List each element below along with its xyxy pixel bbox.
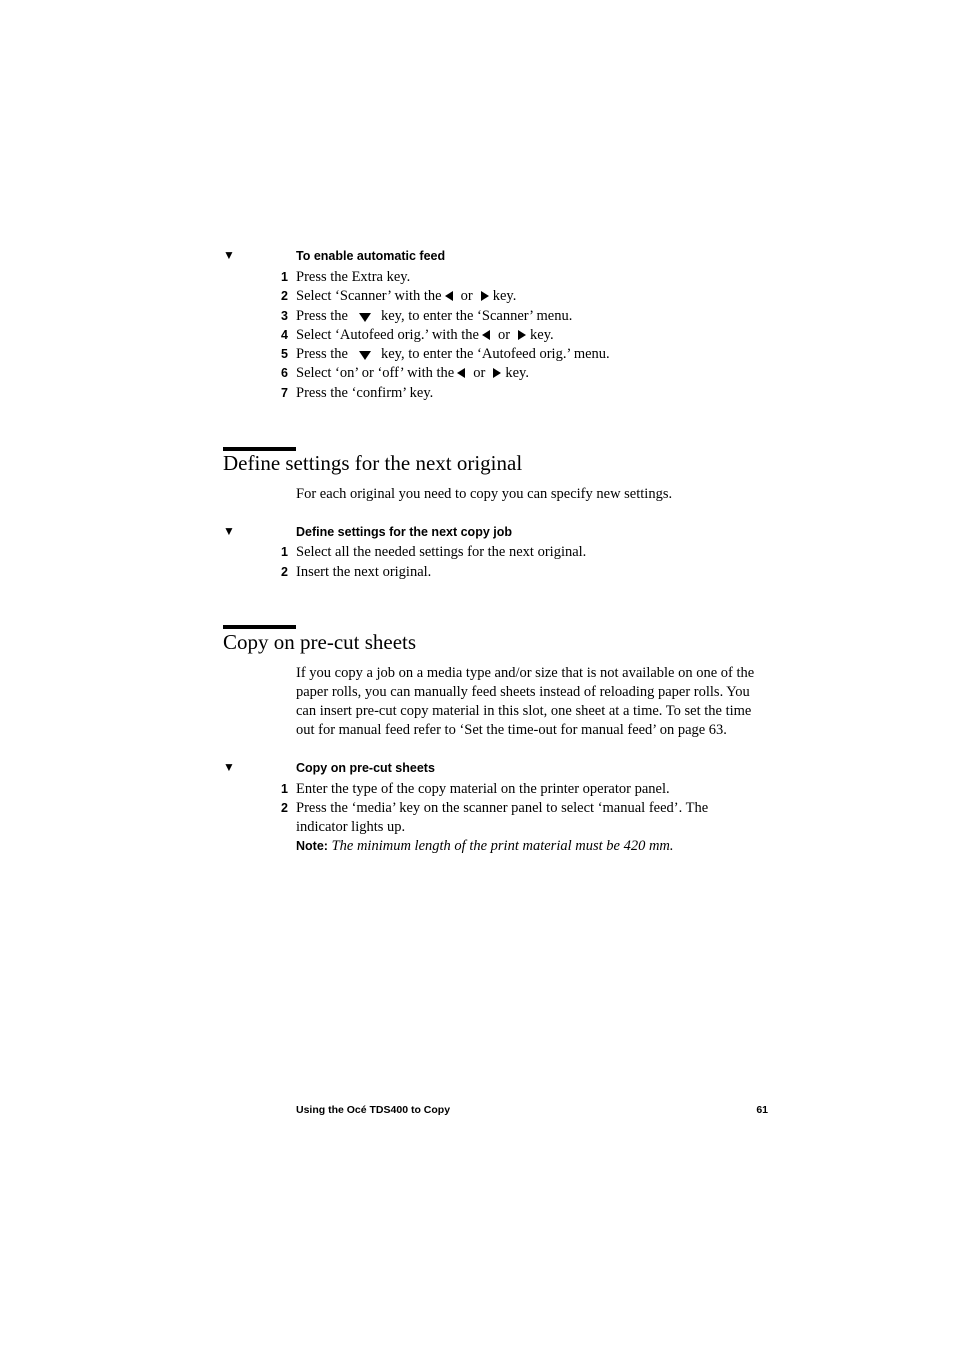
step-text: Select ‘Autofeed orig.’ with the or key. (296, 326, 554, 345)
note-text: The minimum length of the print material… (331, 838, 674, 854)
down-arrow-key-icon (358, 351, 371, 361)
note-label: Note: (296, 839, 328, 853)
step-text-part: Press the (296, 346, 348, 362)
step-text: Press the ‘media’ key on the scanner pan… (296, 800, 709, 816)
step-text-part: key. (530, 327, 554, 343)
step-number: 4 (281, 328, 288, 342)
section-heading: Define settings for the next original (223, 451, 523, 475)
step-text: Press the key, to enter the ‘Autofeed ori… (296, 345, 610, 364)
step-text: Press the Extra key. (296, 268, 410, 287)
step-number: 1 (281, 782, 288, 796)
step-item: 1 Press the Extra key. (0, 268, 954, 287)
step-item: 4 Select ‘Autofeed orig.’ with the or key. (0, 326, 954, 345)
step-number: 5 (281, 347, 288, 361)
section-body: If you copy a job on a media type and/or… (296, 664, 771, 740)
step-item-continued: indicator lights up. (0, 818, 954, 837)
step-text: Press the key, to enter the ‘Scanner’ men… (296, 307, 572, 326)
step-text: Enter the type of the copy material on t… (296, 781, 670, 797)
step-text: Select ‘on’ or ‘off’ with the or key. (296, 364, 529, 383)
step-text-part: key. (492, 288, 517, 304)
body-line: can insert pre-cut copy material in this… (296, 703, 752, 719)
step-text-part: key, to enter the ‘Autofeed orig.’ menu. (380, 346, 610, 362)
step-number: 2 (281, 565, 288, 579)
step-text-part: Press the (296, 308, 348, 324)
step-text-part: Select ‘on’ or ‘off’ with the (296, 365, 455, 381)
step-text: Insert the next original. (296, 564, 432, 580)
footer-title: Using the Océ TDS400 to Copy (296, 1104, 451, 1116)
section-body: For each original you need to copy you c… (296, 485, 771, 504)
procedure-title: Copy on pre-cut sheets (296, 761, 435, 775)
step-number: 2 (281, 801, 288, 815)
body-line: If you copy a job on a media type and/or… (296, 665, 755, 681)
section-heading: Copy on pre-cut sheets (223, 630, 417, 654)
step-text: Select ‘Scanner’ with the or key. (296, 287, 516, 306)
step-text: Press the ‘confirm’ key. (296, 384, 433, 403)
body-line: For each original you need to copy you c… (296, 486, 673, 502)
step-number: 7 (281, 386, 288, 400)
step-text-part: Select ‘Autofeed orig.’ with the (296, 327, 479, 343)
note-content: Note: The minimum length of the print ma… (296, 837, 674, 856)
left-arrow-key-icon (457, 367, 466, 378)
step-text-part: Select ‘Scanner’ with the (296, 288, 442, 304)
step-item: 2 Select ‘Scanner’ with the or key. (0, 287, 954, 306)
procedure-marker-icon: ▼ (223, 248, 235, 262)
procedure-title: Define settings for the next copy job (296, 525, 512, 539)
step-item: 2 Press the ‘media’ key on the scanner p… (0, 799, 954, 818)
right-arrow-key-icon (493, 367, 502, 378)
step-text: Select all the needed settings for the n… (296, 544, 587, 560)
procedure-marker-icon: ▼ (223, 524, 235, 538)
right-arrow-key-icon (480, 290, 489, 301)
page-number: 61 (756, 1104, 768, 1116)
right-arrow-key-icon (518, 329, 527, 340)
down-arrow-key-icon (358, 313, 371, 323)
step-text-part: key. (505, 365, 529, 381)
step-text: indicator lights up. (296, 819, 406, 835)
step-item: 7 Press the ‘confirm’ key. (0, 384, 954, 403)
body-line: out for manual feed refer to ‘Set the ti… (296, 722, 727, 738)
step-number: 2 (281, 289, 288, 303)
body-line: paper rolls, you can manually feed sheet… (296, 684, 750, 700)
step-item: 3 Press the key, to enter the ‘Scanner’ m… (0, 307, 954, 326)
step-number: 1 (281, 270, 288, 284)
step-text-part: Press the ‘confirm’ key. (296, 385, 434, 401)
left-arrow-key-icon (444, 290, 453, 301)
step-number: 1 (281, 545, 288, 559)
step-text-part: or (497, 327, 511, 343)
step-text-part: key, to enter the ‘Scanner’ menu. (380, 308, 573, 324)
procedure-title: To enable automatic feed (296, 249, 446, 263)
step-item: 1 Enter the type of the copy material on… (0, 780, 954, 799)
step-item: 5 Press the key, to enter the ‘Autofeed o… (0, 345, 954, 364)
step-text-part: or (473, 365, 486, 381)
step-item: 6 Select ‘on’ or ‘off’ with the or key. (0, 364, 954, 383)
step-number: 3 (281, 309, 288, 323)
step-item: 2 Insert the next original. (0, 563, 954, 582)
section-rule (223, 625, 296, 629)
procedure-marker-icon: ▼ (223, 760, 235, 774)
left-arrow-key-icon (481, 329, 490, 340)
step-number: 6 (281, 366, 288, 380)
step-text-part: Press the Extra key. (296, 269, 411, 285)
note: Note: The minimum length of the print ma… (0, 837, 954, 856)
step-item: 1 Select all the needed settings for the… (0, 543, 954, 562)
step-text-part: or (460, 288, 473, 304)
